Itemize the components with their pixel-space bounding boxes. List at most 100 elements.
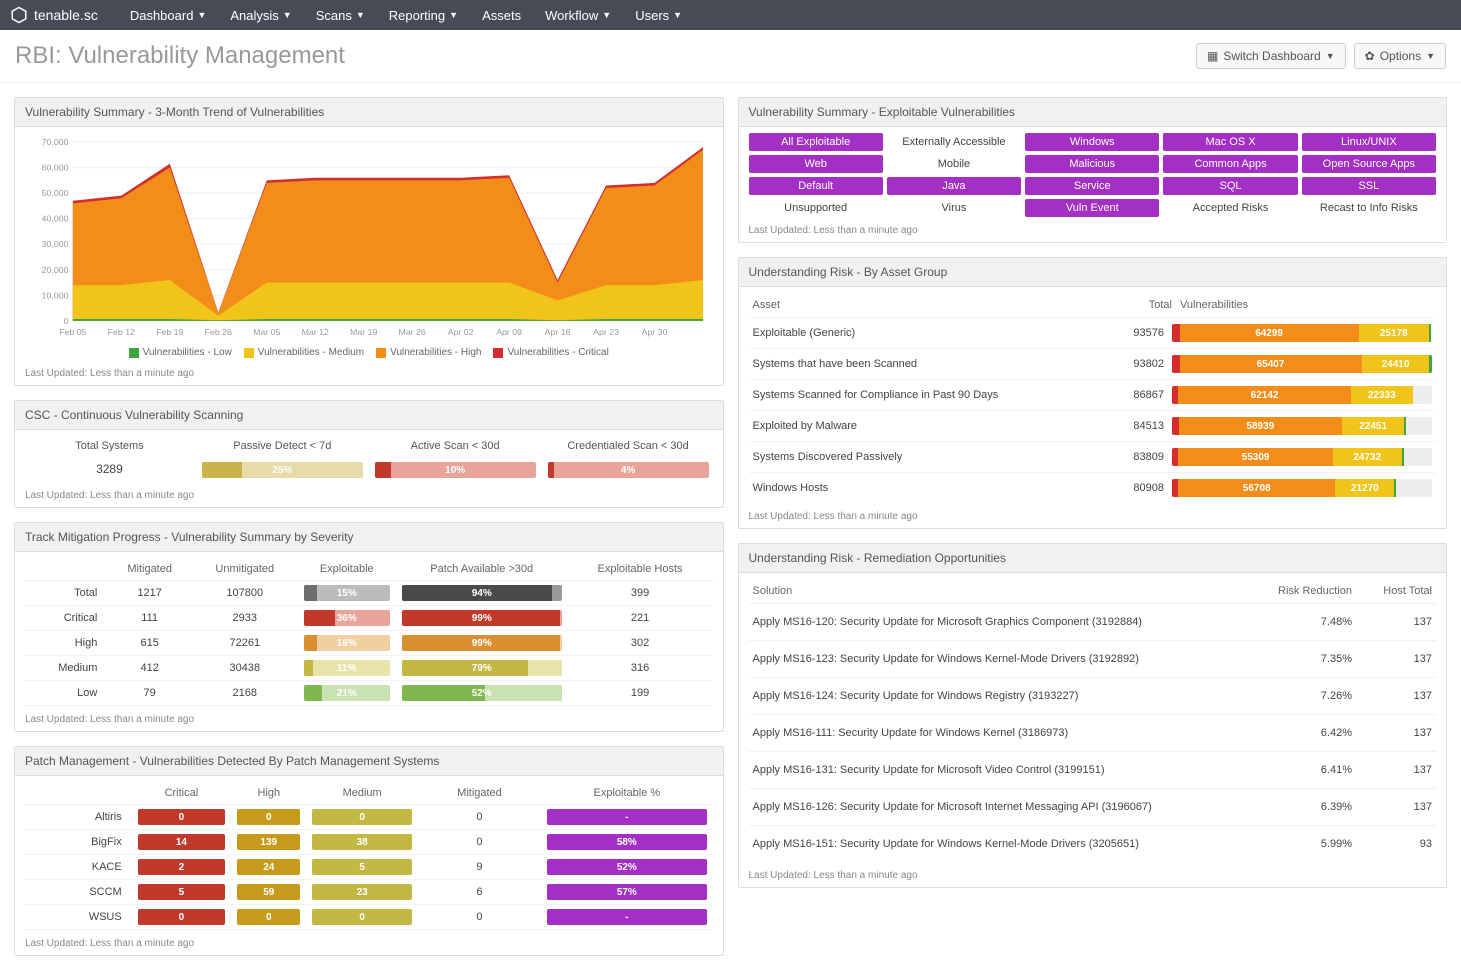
remediation-row[interactable]: Apply MS16-111: Security Update for Wind… (749, 714, 1437, 751)
panel-exploitable: Vulnerability Summary - Exploitable Vuln… (738, 97, 1448, 243)
col-header: Solution (753, 585, 1263, 597)
table-row[interactable]: Critical111293336%99%221 (25, 606, 713, 631)
exploitable-cell[interactable]: Malicious (1025, 155, 1159, 173)
nav-reporting[interactable]: Reporting▼ (377, 8, 470, 23)
remediation-row[interactable]: Apply MS16-131: Security Update for Micr… (749, 751, 1437, 788)
table-row[interactable]: Low79216821%52%199 (25, 681, 713, 706)
remediation-row[interactable]: Apply MS16-126: Security Update for Micr… (749, 788, 1437, 825)
remediation-row[interactable]: Apply MS16-120: Security Update for Micr… (749, 603, 1437, 640)
csc-bar[interactable]: 4% (544, 458, 713, 482)
last-updated: Last Updated: Less than a minute ago (15, 710, 723, 731)
asset-group-row[interactable]: Exploited by Malware84513 5893922451 (749, 410, 1437, 441)
brand[interactable]: tenable.sc (10, 6, 98, 24)
exploitable-cell[interactable]: Windows (1025, 133, 1159, 151)
last-updated: Last Updated: Less than a minute ago (15, 364, 723, 385)
remediation-row[interactable]: Apply MS16-151: Security Update for Wind… (749, 825, 1437, 862)
exploitable-cell[interactable]: Mac OS X (1163, 133, 1297, 151)
col-header: Mitigated (418, 782, 541, 805)
svg-text:Feb 12: Feb 12 (108, 327, 136, 337)
exploitable-cell[interactable]: Linux/UNIX (1302, 133, 1436, 151)
table-row[interactable]: SCCM55923657% (25, 880, 713, 905)
table-row[interactable]: Total121710780015%94%399 (25, 581, 713, 606)
brand-text: tenable.sc (34, 7, 98, 23)
col-header: Critical (132, 782, 231, 805)
options-button[interactable]: ✿ Options ▼ (1354, 43, 1446, 69)
asset-group-row[interactable]: Windows Hosts80908 5670821270 (749, 472, 1437, 503)
col-header: Host Total (1352, 585, 1432, 597)
svg-text:Mar 12: Mar 12 (302, 327, 330, 337)
exploitable-cell[interactable]: SSL (1302, 177, 1436, 195)
last-updated: Last Updated: Less than a minute ago (15, 486, 723, 507)
exploitable-cell[interactable]: Vuln Event (1025, 199, 1159, 217)
svg-text:Mar 19: Mar 19 (350, 327, 378, 337)
last-updated: Last Updated: Less than a minute ago (739, 507, 1447, 528)
top-navbar: tenable.sc Dashboard▼Analysis▼Scans▼Repo… (0, 0, 1461, 30)
col-header: Risk Reduction (1262, 585, 1352, 597)
table-row[interactable]: BigFix1413938058% (25, 830, 713, 855)
asset-group-row[interactable]: Systems Scanned for Compliance in Past 9… (749, 379, 1437, 410)
legend-item: Vulnerabilities - High (376, 347, 481, 358)
nav-dashboard[interactable]: Dashboard▼ (118, 8, 219, 23)
exploitable-cell[interactable]: Externally Accessible (887, 133, 1021, 151)
panel-title-trend: Vulnerability Summary - 3-Month Trend of… (15, 98, 723, 127)
svg-text:Feb 26: Feb 26 (205, 327, 233, 337)
col-header: Exploitable (298, 558, 396, 581)
trend-chart[interactable]: 010,00020,00030,00040,00050,00060,00070,… (25, 133, 713, 343)
csc-total-systems[interactable]: 3289 (25, 458, 194, 482)
exploitable-cell[interactable]: Default (749, 177, 883, 195)
nav-scans[interactable]: Scans▼ (304, 8, 377, 23)
exploitable-cell[interactable]: Unsupported (749, 199, 883, 217)
table-row[interactable]: WSUS0000- (25, 905, 713, 930)
exploitable-cell[interactable]: Web (749, 155, 883, 173)
table-row[interactable]: KACE2245952% (25, 855, 713, 880)
svg-text:Apr 16: Apr 16 (545, 327, 571, 337)
nav-analysis[interactable]: Analysis▼ (218, 8, 303, 23)
exploitable-cell[interactable]: SQL (1163, 177, 1297, 195)
caret-down-icon: ▼ (356, 10, 365, 20)
last-updated: Last Updated: Less than a minute ago (15, 934, 723, 955)
exploitable-cell[interactable]: Common Apps (1163, 155, 1297, 173)
svg-text:Apr 02: Apr 02 (448, 327, 474, 337)
asset-group-row[interactable]: Systems Discovered Passively83809 553092… (749, 441, 1437, 472)
csc-header: Total Systems (25, 436, 194, 456)
remediation-row[interactable]: Apply MS16-123: Security Update for Wind… (749, 640, 1437, 677)
exploitable-cell[interactable]: Virus (887, 199, 1021, 217)
panel-remediation: Understanding Risk - Remediation Opportu… (738, 543, 1448, 888)
svg-text:50,000: 50,000 (42, 188, 69, 198)
legend-item: Vulnerabilities - Low (129, 347, 232, 358)
exploitable-cell[interactable]: All Exploitable (749, 133, 883, 151)
panel-title-asset-group: Understanding Risk - By Asset Group (739, 258, 1447, 287)
exploitable-cell[interactable]: Mobile (887, 155, 1021, 173)
gear-icon: ✿ (1365, 49, 1375, 63)
csc-bar[interactable]: 25% (198, 458, 367, 482)
exploitable-cell[interactable]: Service (1025, 177, 1159, 195)
col-header: Vulnerabilities (1172, 299, 1432, 311)
panel-title-mitigation: Track Mitigation Progress - Vulnerabilit… (15, 523, 723, 552)
page-header: RBI: Vulnerability Management ▦ Switch D… (0, 30, 1461, 83)
panel-csc: CSC - Continuous Vulnerability Scanning … (14, 400, 724, 508)
asset-group-row[interactable]: Exploitable (Generic)93576 6429925178 (749, 317, 1437, 348)
nav-workflow[interactable]: Workflow▼ (533, 8, 623, 23)
mitigation-table: MitigatedUnmitigatedExploitablePatch Ava… (25, 558, 713, 706)
asset-group-row[interactable]: Systems that have been Scanned93802 6540… (749, 348, 1437, 379)
table-row[interactable]: Medium4123043811%79%316 (25, 656, 713, 681)
table-row[interactable]: High6157226116%99%302 (25, 631, 713, 656)
svg-text:20,000: 20,000 (42, 265, 69, 275)
exploitable-cell[interactable]: Java (887, 177, 1021, 195)
svg-text:0: 0 (64, 316, 69, 326)
exploitable-cell[interactable]: Open Source Apps (1302, 155, 1436, 173)
col-header: Mitigated (107, 558, 192, 581)
switch-dashboard-button[interactable]: ▦ Switch Dashboard ▼ (1196, 43, 1346, 69)
col-header: Medium (306, 782, 417, 805)
panel-title-remediation: Understanding Risk - Remediation Opportu… (739, 544, 1447, 573)
exploitable-cell[interactable]: Recast to Info Risks (1302, 199, 1436, 217)
svg-text:60,000: 60,000 (42, 163, 69, 173)
svg-text:Mar 26: Mar 26 (399, 327, 427, 337)
exploitable-cell[interactable]: Accepted Risks (1163, 199, 1297, 217)
table-row[interactable]: Altiris0000- (25, 805, 713, 830)
caret-down-icon: ▼ (673, 10, 682, 20)
nav-users[interactable]: Users▼ (623, 8, 694, 23)
csc-bar[interactable]: 10% (371, 458, 540, 482)
nav-assets[interactable]: Assets (470, 8, 533, 23)
remediation-row[interactable]: Apply MS16-124: Security Update for Wind… (749, 677, 1437, 714)
